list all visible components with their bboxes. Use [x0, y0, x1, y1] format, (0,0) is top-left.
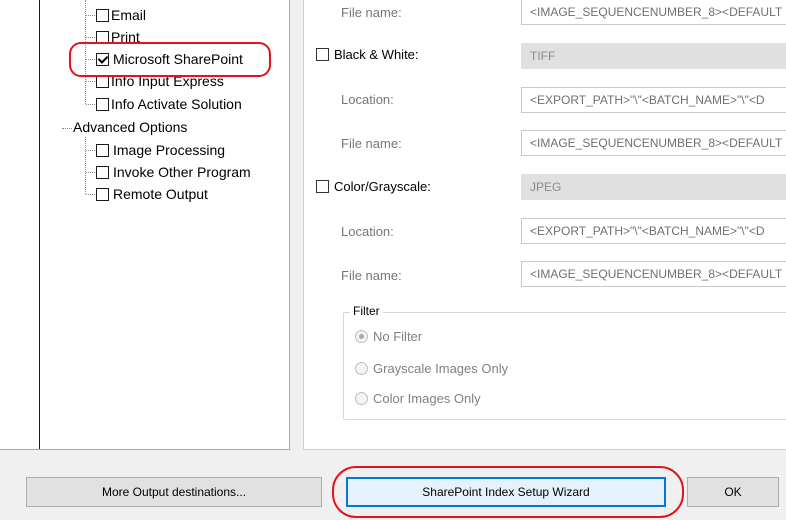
- radio-label-grayscale-images-only: Grayscale Images Only: [373, 361, 509, 376]
- tree-connector: [86, 59, 95, 60]
- color-grayscale-label: Color/Grayscale:: [334, 179, 431, 194]
- location-label: Location:: [341, 224, 394, 239]
- more-output-destinations-button[interactable]: More Output destinations...: [26, 477, 322, 507]
- tree-connector: [86, 15, 95, 16]
- tree-node-advanced-options[interactable]: Advanced Options: [73, 118, 187, 136]
- tree-connector: [62, 128, 72, 129]
- tree-connector: [86, 150, 95, 151]
- color-grayscale-checkbox[interactable]: [316, 180, 329, 193]
- file-name-label: File name:: [341, 5, 402, 20]
- black-white-label: Black & White:: [334, 47, 419, 62]
- black-white-format-select[interactable]: TIFF: [521, 43, 786, 69]
- tree-item-label: Email: [111, 7, 147, 23]
- tree-item-label: Image Processing: [113, 142, 226, 158]
- checkbox-remote-output[interactable]: [96, 188, 109, 201]
- color-grayscale-file-name-input[interactable]: <IMAGE_SEQUENCENUMBER_8><DEFAULT: [521, 261, 786, 287]
- checkbox-invoke-other-program[interactable]: [96, 166, 109, 179]
- checkbox-email[interactable]: [96, 9, 109, 22]
- tree-connector: [86, 172, 95, 173]
- checkbox-image-processing[interactable]: [96, 144, 109, 157]
- radio-color-images-only[interactable]: [355, 392, 368, 405]
- file-name-label: File name:: [341, 136, 402, 151]
- tree-panel-edge: [39, 0, 40, 449]
- radio-label-color-images-only: Color Images Only: [373, 391, 481, 406]
- location-label: Location:: [341, 92, 394, 107]
- tree-connector: [86, 104, 95, 105]
- tree-connector: [85, 137, 86, 194]
- tree-item-label: Remote Output: [113, 186, 208, 202]
- tree-connector: [86, 194, 95, 195]
- checkbox-info-activate-solution[interactable]: [96, 98, 109, 111]
- sharepoint-index-setup-wizard-button[interactable]: SharePoint Index Setup Wizard: [346, 477, 666, 507]
- tree-node-label: Advanced Options: [73, 119, 188, 135]
- tree-item-label: Info Activate Solution: [111, 96, 242, 112]
- black-white-checkbox[interactable]: [316, 48, 329, 61]
- tree-item-label: Invoke Other Program: [113, 164, 251, 180]
- tree-connector: [86, 81, 95, 82]
- radio-grayscale-images-only[interactable]: [355, 362, 368, 375]
- tree-item-label: Info Input Express: [111, 73, 224, 89]
- color-grayscale-format-select[interactable]: JPEG: [521, 174, 786, 200]
- radio-label-no-filter: No Filter: [373, 329, 423, 344]
- black-white-location-input[interactable]: <EXPORT_PATH>"\"<BATCH_NAME>"\"<D: [521, 87, 786, 113]
- checkbox-info-input-express[interactable]: [96, 75, 109, 88]
- tree-item-label: Microsoft SharePoint: [113, 51, 243, 67]
- filter-groupbox-title: Filter: [350, 304, 383, 318]
- ok-button[interactable]: OK: [687, 477, 779, 507]
- checkbox-microsoft-sharepoint[interactable]: [96, 53, 109, 66]
- file-name-input[interactable]: <IMAGE_SEQUENCENUMBER_8><DEFAULT: [521, 0, 786, 25]
- radio-no-filter[interactable]: [355, 330, 368, 343]
- checkbox-print[interactable]: [96, 31, 109, 44]
- color-grayscale-location-input[interactable]: <EXPORT_PATH>"\"<BATCH_NAME>"\"<D: [521, 218, 786, 244]
- tree-connector: [86, 37, 95, 38]
- tree-item-label: Print: [111, 29, 140, 45]
- file-name-label: File name:: [341, 268, 402, 283]
- black-white-file-name-input[interactable]: <IMAGE_SEQUENCENUMBER_8><DEFAULT: [521, 130, 786, 156]
